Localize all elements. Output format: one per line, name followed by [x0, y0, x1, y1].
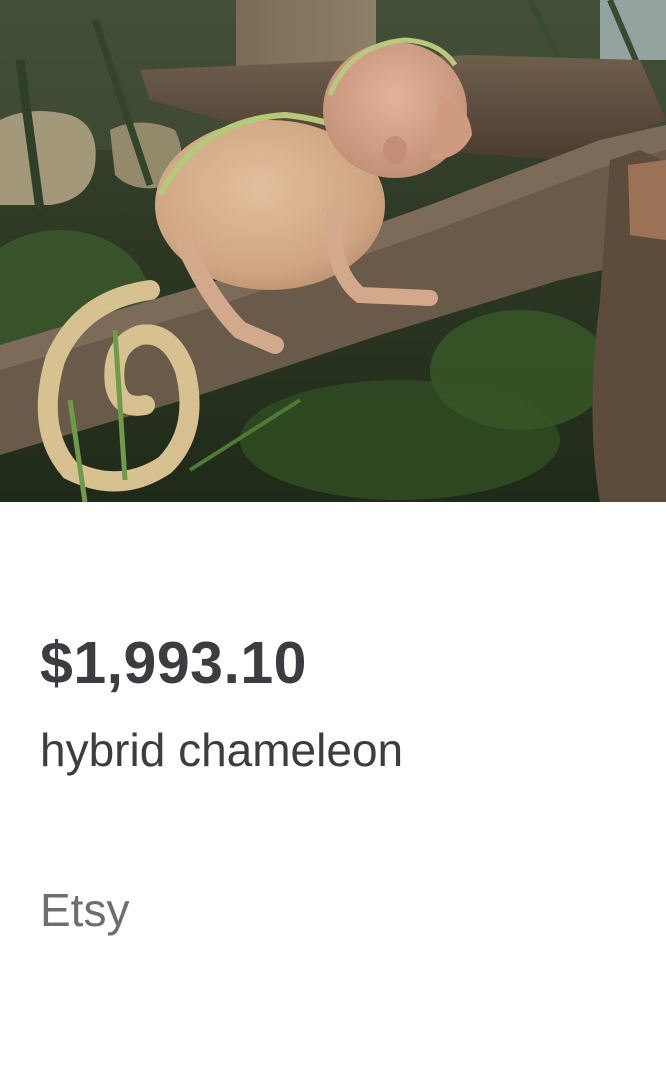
- product-title[interactable]: hybrid chameleon: [40, 722, 403, 778]
- product-card[interactable]: $1,993.10 hybrid chameleon Etsy: [0, 0, 666, 1080]
- product-image[interactable]: [0, 0, 666, 502]
- seller-name[interactable]: Etsy: [40, 882, 129, 938]
- product-info: [0, 502, 666, 1080]
- product-price: $1,993.10: [40, 630, 307, 696]
